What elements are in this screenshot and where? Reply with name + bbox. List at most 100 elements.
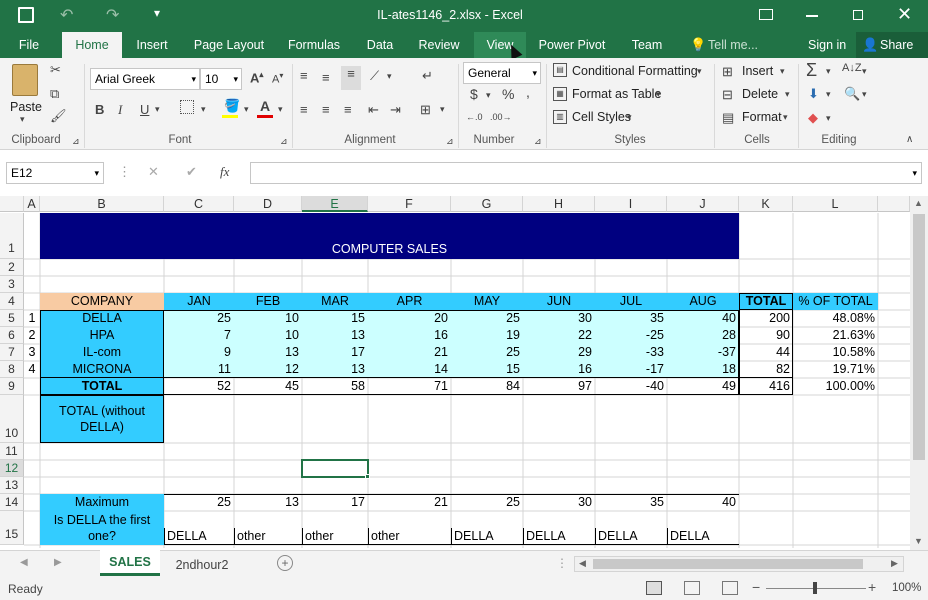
scroll-up-icon[interactable]: ▲ (914, 198, 923, 208)
first-feb-cell[interactable]: other (234, 528, 302, 545)
fill-dropdown-icon[interactable]: ▾ (244, 104, 249, 115)
tab-review[interactable]: Review (414, 32, 464, 58)
undo-icon[interactable]: ↶ (60, 5, 73, 25)
delete-cells-icon[interactable]: ⊟ (722, 87, 733, 103)
tab-home[interactable]: Home (62, 32, 122, 58)
mar-value-cell[interactable]: 13 (302, 327, 368, 344)
zoom-slider-thumb[interactable] (813, 582, 817, 594)
total-mar-cell[interactable]: 58 (302, 378, 368, 395)
pct-cell[interactable]: 21.63% (793, 327, 878, 344)
chevron-down-icon[interactable]: ▾ (783, 112, 788, 123)
copy-icon[interactable]: ⧉ (50, 86, 59, 102)
row-number-cell[interactable]: 1 (24, 310, 40, 327)
grand-pct-cell[interactable]: 100.00% (793, 378, 878, 395)
merge-center-icon[interactable]: ⊞ (420, 102, 431, 118)
feb-value-cell[interactable]: 12 (234, 361, 302, 378)
total-jun-cell[interactable]: 97 (523, 378, 595, 395)
jan-value-cell[interactable]: 25 (164, 310, 234, 327)
row-header-8[interactable]: 8 (0, 361, 24, 378)
max-jun-cell[interactable]: 30 (523, 494, 595, 511)
customize-toolbar-icon[interactable]: ▾ (154, 6, 160, 20)
jul-value-cell[interactable]: 35 (595, 310, 667, 327)
sheet-title[interactable]: COMPUTER SALES (40, 213, 739, 259)
close-icon[interactable]: ✕ (897, 4, 912, 25)
mar-value-cell[interactable]: 15 (302, 310, 368, 327)
borders-icon[interactable] (180, 100, 194, 114)
header-jul[interactable]: JUL (595, 293, 667, 310)
apr-value-cell[interactable]: 14 (368, 361, 451, 378)
row-header-6[interactable]: 6 (0, 327, 24, 344)
underline-button[interactable]: U (140, 102, 149, 117)
header-feb[interactable]: FEB (234, 293, 302, 310)
header-mar[interactable]: MAR (302, 293, 368, 310)
total-without-della-label[interactable]: TOTAL (without DELLA) (40, 395, 164, 443)
ribbon-display-icon[interactable] (759, 9, 773, 20)
max-aug-cell[interactable]: 40 (667, 494, 739, 511)
decrease-font-icon[interactable]: A▾ (272, 71, 283, 86)
jan-value-cell[interactable]: 11 (164, 361, 234, 378)
font-launcher-icon[interactable]: ⊿ (280, 136, 288, 147)
chevron-down-icon[interactable]: ▾ (656, 89, 661, 100)
format-painter-icon[interactable]: 🖌 (50, 108, 67, 124)
zoom-out-icon[interactable]: − (752, 579, 760, 595)
page-layout-view-icon[interactable] (684, 581, 700, 595)
tab-team[interactable]: Team (626, 32, 668, 58)
add-sheet-icon[interactable]: + (277, 555, 293, 571)
total-cell[interactable]: 90 (739, 327, 793, 344)
align-left-icon[interactable]: ≡ (300, 102, 308, 117)
total-label[interactable]: TOTAL (40, 378, 164, 395)
italic-button[interactable]: I (118, 102, 122, 118)
total-cell[interactable]: 200 (739, 310, 793, 327)
first-jan-cell[interactable]: DELLA (164, 528, 234, 545)
borders-dropdown-icon[interactable]: ▾ (201, 104, 206, 115)
jan-value-cell[interactable]: 9 (164, 344, 234, 361)
max-apr-cell[interactable]: 21 (368, 494, 451, 511)
max-jan-cell[interactable]: 25 (164, 494, 234, 511)
company-cell[interactable]: IL-com (40, 344, 164, 361)
tab-page-layout[interactable]: Page Layout (190, 32, 268, 58)
row-header-9[interactable]: 9 (0, 378, 24, 395)
header-total[interactable]: TOTAL (739, 293, 793, 310)
wrap-text-icon[interactable]: ↵ (422, 68, 433, 84)
pct-cell[interactable]: 10.58% (793, 344, 878, 361)
bold-button[interactable]: B (95, 102, 104, 117)
company-cell[interactable]: MICRONA (40, 361, 164, 378)
jul-value-cell[interactable]: -25 (595, 327, 667, 344)
vertical-scrollbar[interactable]: ▲ ▼ (910, 196, 928, 550)
mar-value-cell[interactable]: 13 (302, 361, 368, 378)
scroll-down-icon[interactable]: ▼ (914, 536, 923, 546)
redo-icon[interactable]: ↷ (106, 5, 119, 25)
may-value-cell[interactable]: 19 (451, 327, 523, 344)
middle-align-icon[interactable]: ≡ (322, 70, 330, 85)
number-format-select[interactable]: General ▾ (463, 62, 541, 84)
alignment-launcher-icon[interactable]: ⊿ (446, 136, 454, 147)
autosum-dropdown-icon[interactable]: ▾ (826, 66, 831, 77)
align-right-icon[interactable]: ≡ (344, 102, 352, 117)
aug-value-cell[interactable]: -37 (667, 344, 739, 361)
horizontal-scrollbar[interactable]: ◀ ▶ (574, 556, 904, 572)
jun-value-cell[interactable]: 29 (523, 344, 595, 361)
pct-cell[interactable]: 48.08% (793, 310, 878, 327)
format-as-table-button[interactable]: Format as Table (572, 87, 661, 101)
chevron-down-icon[interactable]: ▾ (697, 66, 702, 77)
column-header-c[interactable]: C (164, 196, 234, 212)
jun-value-cell[interactable]: 22 (523, 327, 595, 344)
tab-file[interactable]: File (10, 32, 48, 58)
align-center-icon[interactable]: ≡ (322, 102, 330, 117)
total-cell[interactable]: 82 (739, 361, 793, 378)
cell-styles-button[interactable]: Cell Styles (572, 110, 631, 124)
orientation-icon[interactable]: ⟋ (370, 68, 379, 84)
chevron-down-icon[interactable]: ▾ (780, 66, 785, 77)
total-apr-cell[interactable]: 71 (368, 378, 451, 395)
selected-cell-e12[interactable] (301, 459, 369, 478)
find-select-icon[interactable]: 🔍 (844, 86, 860, 102)
autosum-icon[interactable]: Σ (806, 60, 817, 81)
tab-insert[interactable]: Insert (130, 32, 174, 58)
feb-value-cell[interactable]: 10 (234, 310, 302, 327)
paste-button[interactable]: Paste (10, 100, 42, 114)
column-header-i[interactable]: I (595, 196, 667, 212)
max-feb-cell[interactable]: 13 (234, 494, 302, 511)
apr-value-cell[interactable]: 20 (368, 310, 451, 327)
underline-dropdown-icon[interactable]: ▾ (155, 104, 160, 115)
total-jan-cell[interactable]: 52 (164, 378, 234, 395)
